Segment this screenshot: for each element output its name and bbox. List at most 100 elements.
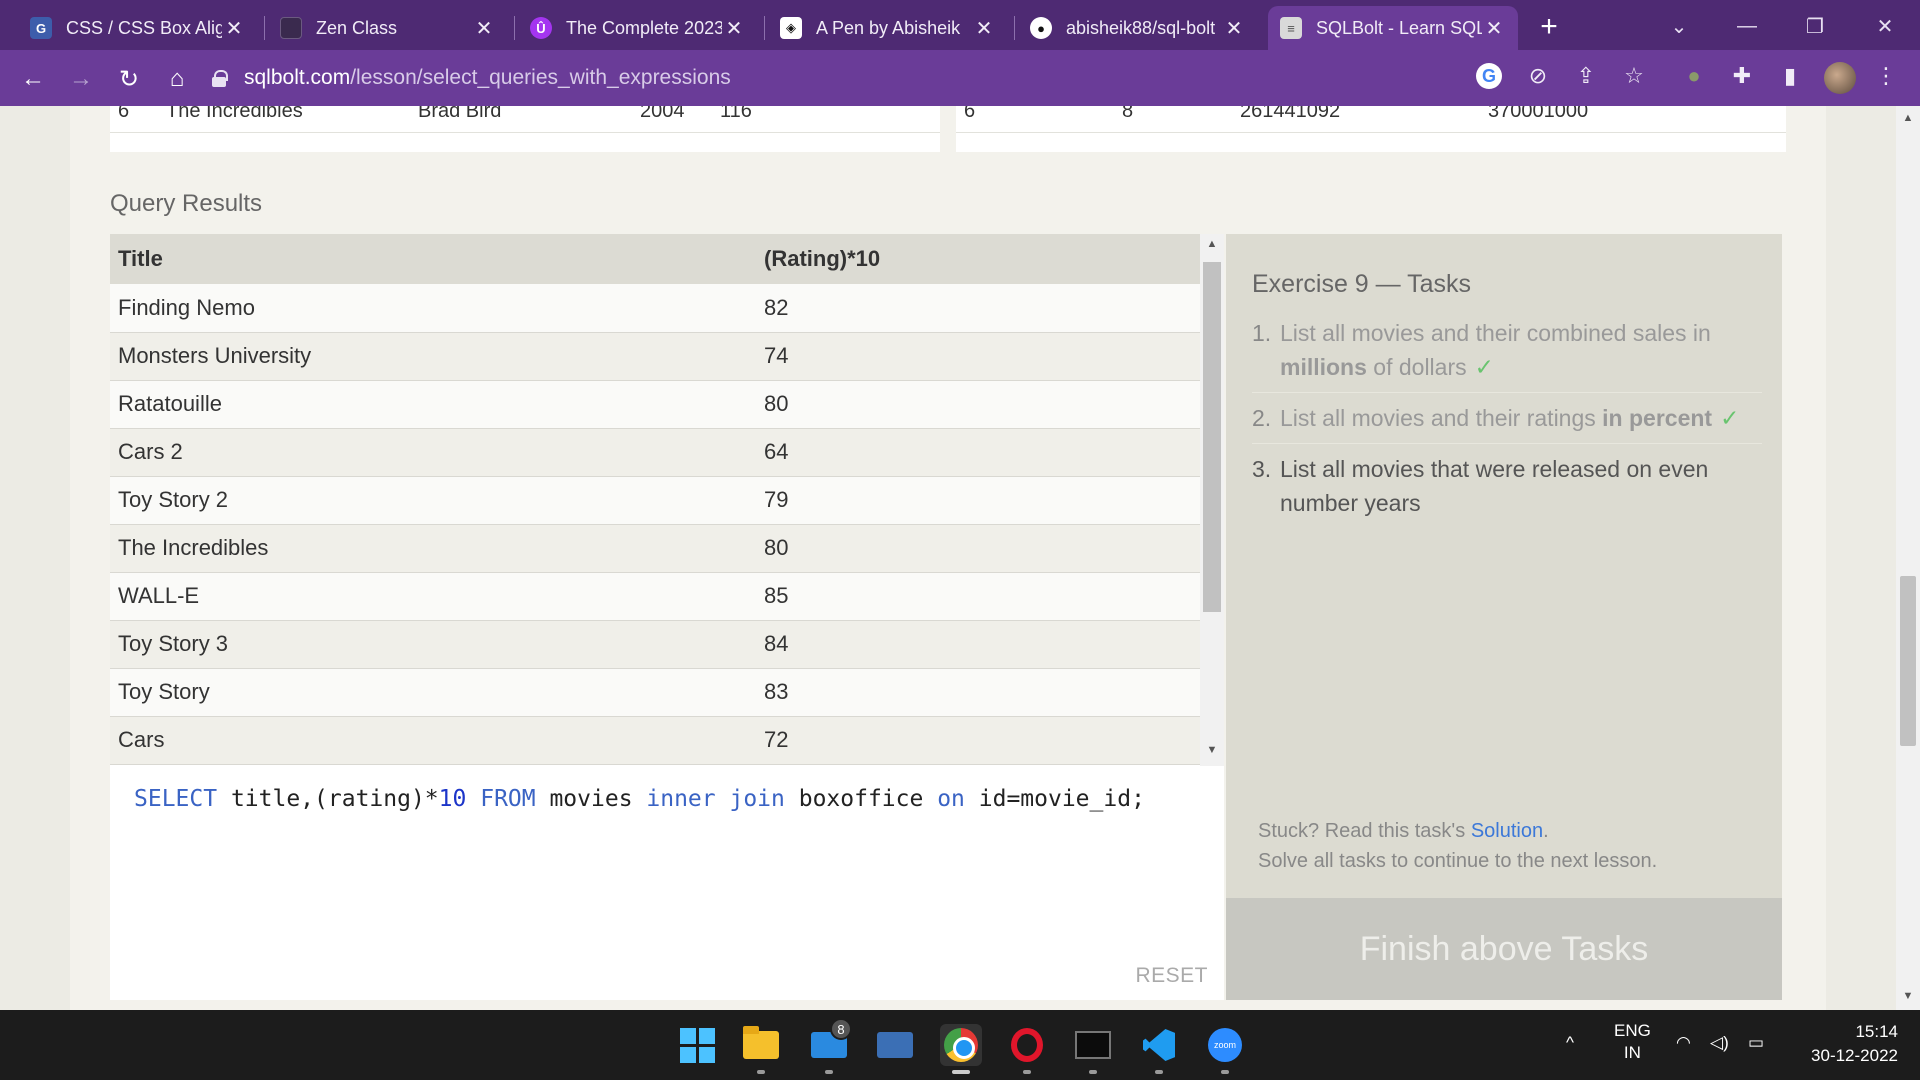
cell-title: Finding Nemo	[110, 284, 756, 333]
close-icon[interactable]: ✕	[1482, 16, 1506, 41]
mail-badge: 8	[830, 1018, 852, 1040]
solve-all-note: Solve all tasks to continue to the next …	[1258, 850, 1658, 872]
google-icon[interactable]: G	[1476, 63, 1502, 89]
clock[interactable]: 15:14 30-12-2022	[1811, 1020, 1898, 1068]
windows-start-icon[interactable]	[676, 1024, 718, 1066]
task-text: List all movies and their combined sales…	[1280, 320, 1711, 346]
menu-icon[interactable]: ⋮	[1870, 60, 1902, 92]
table-row: Ratatouille 80	[110, 380, 1200, 429]
task-item-3: 3. List all movies that were released on…	[1252, 452, 1762, 528]
sql-query-text[interactable]: SELECT title,(rating)*10 FROM movies inn…	[134, 786, 1145, 812]
cell-rating: 85	[756, 572, 1200, 621]
table-row: Cars 2 64	[110, 428, 1200, 477]
minimize-icon[interactable]: —	[1722, 8, 1772, 44]
eye-off-icon[interactable]: ⊘	[1522, 60, 1554, 92]
browser-tab-bar: G CSS / CSS Box Alignment ✕ Zen Class ✕ …	[0, 0, 1920, 50]
tab-search-icon[interactable]: ⌄	[1654, 8, 1704, 44]
cell: 8	[1122, 106, 1134, 122]
sql-keyword: on	[937, 786, 965, 812]
movies-table-row: 6 The Incredibles Brad Bird 2004 116	[110, 106, 940, 132]
results-scrollbar-thumb[interactable]	[1203, 262, 1221, 612]
close-icon[interactable]: ✕	[972, 16, 996, 41]
language-indicator[interactable]: ENG IN	[1614, 1020, 1651, 1064]
forward-icon[interactable]: →	[64, 62, 98, 96]
task-number: 2.	[1252, 405, 1272, 431]
share-icon[interactable]: ⇪	[1570, 60, 1602, 92]
cell-rating: 80	[756, 524, 1200, 573]
cell: 370001000	[1488, 106, 1589, 122]
close-icon[interactable]: ✕	[472, 16, 496, 41]
terminal-icon[interactable]	[1072, 1024, 1114, 1074]
volume-icon[interactable]: ◁)	[1710, 1032, 1729, 1054]
lang-line-2: IN	[1623, 1043, 1641, 1062]
tasks-panel: Exercise 9 — Tasks 1. List all movies an…	[1226, 234, 1782, 1000]
extension-ball-icon[interactable]: ●	[1678, 60, 1710, 92]
task-list: 1. List all movies and their combined sa…	[1252, 316, 1762, 536]
cell: 261441092	[1240, 106, 1341, 122]
page-viewport: 6 The Incredibles Brad Bird 2004 116 6 8…	[0, 106, 1920, 1010]
cell-title: Toy Story 3	[110, 620, 756, 669]
chevron-up-icon[interactable]: ^	[1566, 1032, 1574, 1054]
tab-label: Zen Class	[316, 17, 398, 38]
cell-rating: 72	[756, 716, 1200, 765]
home-icon[interactable]: ⌂	[160, 62, 194, 96]
reload-icon[interactable]: ↻	[112, 62, 146, 96]
tab-css-box-alignment[interactable]: G CSS / CSS Box Alignment ✕	[18, 6, 258, 50]
close-icon[interactable]: ✕	[722, 16, 746, 41]
cell-rating: 79	[756, 476, 1200, 525]
column-header-title: Title	[110, 234, 756, 284]
codepen-favicon-icon: ◈	[780, 17, 802, 39]
zoom-icon[interactable]: zoom	[1204, 1024, 1246, 1074]
tab-sqlbolt[interactable]: ≡ SQLBolt - Learn SQL ✕	[1268, 6, 1518, 50]
solution-line: Stuck? Read this task's Solution.	[1258, 816, 1657, 846]
puzzle-icon[interactable]: ✚	[1726, 60, 1758, 92]
task-text: List all movies that were released on ev…	[1280, 456, 1709, 516]
new-tab-button[interactable]: +	[1530, 8, 1568, 46]
sql-keyword: FROM	[480, 786, 536, 812]
window-close-icon[interactable]: ✕	[1860, 8, 1910, 44]
taskbar: 8 zoom ^ ENG IN ◠ ◁) ▭ 15:14 30-12-2022	[0, 1010, 1920, 1080]
tab-complete-2023[interactable]: Û The Complete 2023 ✕	[518, 6, 758, 50]
vscode-icon[interactable]	[1138, 1024, 1180, 1074]
scroll-down-arrow-icon[interactable]: ▼	[1200, 744, 1224, 764]
tab-separator	[264, 16, 265, 40]
tab-github-sql-bolt[interactable]: ● abisheik88/sql-bolt ✕	[1018, 6, 1258, 50]
page-scrollbar[interactable]: ▲ ▼	[1896, 106, 1920, 1010]
chrome-icon[interactable]	[940, 1024, 982, 1074]
avatar[interactable]	[1824, 62, 1856, 94]
url-host: sqlbolt.com	[244, 66, 351, 89]
url-bar[interactable]: sqlbolt.com/lesson/select_queries_with_e…	[212, 58, 1252, 98]
cell-title: Toy Story 2	[110, 476, 756, 525]
reset-button[interactable]: RESET	[1135, 964, 1208, 988]
solution-link[interactable]: Solution	[1471, 820, 1543, 842]
task-number: 3.	[1252, 456, 1272, 482]
scroll-up-arrow-icon[interactable]: ▲	[1200, 238, 1224, 258]
table-row: WALL-E 85	[110, 572, 1200, 621]
cell-title: Cars 2	[110, 428, 756, 477]
scroll-down-arrow-icon[interactable]: ▼	[1896, 990, 1920, 1002]
cell-title: Monsters University	[110, 332, 756, 381]
wifi-icon[interactable]: ◠	[1676, 1032, 1691, 1054]
battery-icon[interactable]: ▭	[1748, 1032, 1764, 1054]
star-icon[interactable]: ☆	[1618, 60, 1650, 92]
opera-icon[interactable]	[1006, 1024, 1048, 1074]
restore-icon[interactable]: ❐	[1790, 8, 1840, 44]
query-results-title: Query Results	[110, 190, 263, 217]
cell-rating: 82	[756, 284, 1200, 333]
page-scrollbar-thumb[interactable]	[1900, 576, 1916, 746]
scroll-up-arrow-icon[interactable]: ▲	[1896, 112, 1920, 124]
close-icon[interactable]: ✕	[1222, 16, 1246, 41]
file-explorer-icon[interactable]	[740, 1024, 782, 1074]
mail-icon[interactable]: 8	[808, 1018, 852, 1074]
finish-tasks-button[interactable]: Finish above Tasks	[1226, 898, 1782, 1000]
lock-icon[interactable]	[212, 70, 228, 87]
sql-editor[interactable]: SELECT title,(rating)*10 FROM movies inn…	[110, 766, 1224, 1000]
tab-zen-class[interactable]: Zen Class ✕	[268, 6, 508, 50]
table-row: Monsters University 74	[110, 332, 1200, 381]
tab-pen-by-abisheik[interactable]: ◈ A Pen by Abisheik ✕	[768, 6, 1008, 50]
close-icon[interactable]: ✕	[222, 16, 246, 41]
side-panel-icon[interactable]: ▮	[1774, 60, 1806, 92]
keyboard-app-icon[interactable]	[874, 1024, 916, 1066]
back-icon[interactable]: ←	[16, 62, 50, 96]
